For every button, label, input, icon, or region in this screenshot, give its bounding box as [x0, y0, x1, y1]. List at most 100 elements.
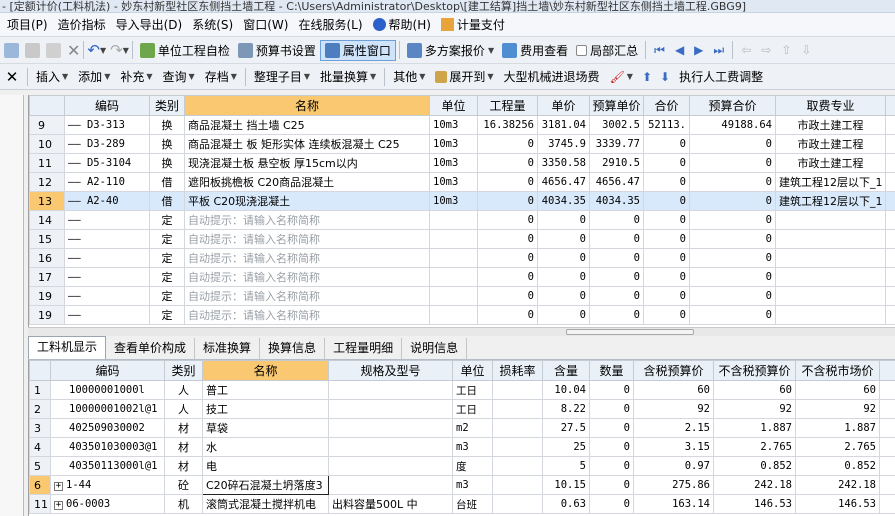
- cell-quantity[interactable]: 0: [589, 456, 634, 476]
- cell-total[interactable]: 0: [643, 248, 690, 268]
- header-major[interactable]: 取费专业: [775, 95, 886, 116]
- cell-code[interactable]: 10000001002l@1: [50, 399, 165, 419]
- cell-market-price[interactable]: 146.53: [795, 494, 880, 514]
- cell-total[interactable]: 0: [643, 191, 690, 211]
- cell-loss-rate[interactable]: [492, 456, 543, 476]
- cell-unit[interactable]: [429, 248, 478, 268]
- header-budget-price[interactable]: 预算单价: [589, 95, 644, 116]
- cell-code[interactable]: +06-0003: [50, 494, 165, 514]
- cell-budget-total[interactable]: 0: [689, 267, 776, 287]
- cell-unit[interactable]: 台班: [452, 494, 493, 514]
- add-button[interactable]: 添加 ▼: [73, 67, 115, 87]
- cell-content[interactable]: 8.22: [542, 399, 590, 419]
- header-spec[interactable]: 规格及型号: [328, 360, 453, 381]
- cell-content[interactable]: 0.63: [542, 494, 590, 514]
- self-check-button[interactable]: 单位工程自检: [136, 40, 234, 61]
- table-row[interactable]: 11 +06-0003 机滚筒式混凝土搅拌机电 出料容量500L 中台班 0.63 0 16…: [29, 494, 895, 514]
- cell-type[interactable]: 换: [149, 153, 185, 173]
- cell-budget-price[interactable]: 0: [589, 229, 644, 249]
- cell-name[interactable]: C20碎石混凝土坍落度3: [202, 475, 329, 495]
- cell-quantity[interactable]: 0: [589, 399, 634, 419]
- arrow-down-icon[interactable]: ⇩: [801, 43, 811, 57]
- cell-total[interactable]: 0: [643, 134, 690, 154]
- cell-code[interactable]: 10000001000l: [50, 380, 165, 400]
- header-quantity[interactable]: 工程量: [477, 95, 538, 116]
- cell-budget-price[interactable]: 4656.47: [589, 172, 644, 192]
- cell-notax-price[interactable]: 1.887: [713, 418, 796, 438]
- header-type[interactable]: 类别: [164, 360, 203, 381]
- header-budget-total[interactable]: 预算合价: [689, 95, 776, 116]
- cell-major[interactable]: 建筑工程12层以下_1: [775, 191, 886, 211]
- table-row[interactable]: 19 —— 定自动提示：请输入名称简称 0 0 0 0 0: [29, 305, 895, 325]
- cell-notax-price[interactable]: 146.53: [713, 494, 796, 514]
- cell-content[interactable]: 10.15: [542, 475, 590, 495]
- prev-icon[interactable]: ◀: [675, 43, 684, 57]
- cell-tax-price[interactable]: 0.97: [633, 456, 714, 476]
- cell-price[interactable]: 0: [537, 229, 590, 249]
- cell-type[interactable]: 换: [149, 134, 185, 154]
- cell-market-price[interactable]: 2.765: [795, 437, 880, 457]
- paste-icon[interactable]: [46, 42, 61, 58]
- cell-code[interactable]: 402509030002: [50, 418, 165, 438]
- cell-notax-price[interactable]: 0.852: [713, 456, 796, 476]
- cell-unit[interactable]: 10m3: [429, 172, 478, 192]
- header-code[interactable]: 编码: [64, 95, 150, 116]
- table-row[interactable]: 16 —— 定自动提示：请输入名称简称 0 0 0 0 0: [29, 248, 895, 268]
- move-up-icon[interactable]: ⬆: [642, 70, 652, 84]
- cell-type[interactable]: 定: [149, 210, 185, 230]
- cell-tax-price[interactable]: 2.15: [633, 418, 714, 438]
- first-icon[interactable]: ⏮: [654, 43, 665, 58]
- cell-price[interactable]: 0: [537, 210, 590, 230]
- cell-price[interactable]: 3181.04: [537, 115, 590, 135]
- cell-code[interactable]: +1-44: [50, 475, 165, 495]
- cell-tax-price[interactable]: 275.86: [633, 475, 714, 495]
- cell-total[interactable]: 0: [643, 210, 690, 230]
- cell-unit[interactable]: 度: [452, 456, 493, 476]
- move-down-icon[interactable]: ⬇: [660, 70, 670, 84]
- cell-quantity[interactable]: 0: [477, 286, 538, 306]
- cell-name[interactable]: 滚筒式混凝土搅拌机电: [202, 494, 329, 514]
- arrow-right-icon[interactable]: ⇨: [761, 43, 771, 57]
- cell-unit[interactable]: [429, 267, 478, 287]
- cell-type[interactable]: 砼: [164, 475, 203, 495]
- menu-help[interactable]: 帮助(H): [368, 14, 436, 36]
- cell-loss-rate[interactable]: [492, 380, 543, 400]
- cell-unit[interactable]: 10m3: [429, 153, 478, 173]
- header-name[interactable]: 名称: [184, 95, 430, 116]
- cell-tax-price[interactable]: 3.15: [633, 437, 714, 457]
- cell-quantity[interactable]: 0: [477, 172, 538, 192]
- cell-quantity[interactable]: 0: [477, 210, 538, 230]
- cell-quantity[interactable]: 0: [477, 267, 538, 287]
- cell-unit[interactable]: [429, 210, 478, 230]
- table-row[interactable]: 19 —— 定自动提示：请输入名称简称 0 0 0 0 0: [29, 286, 895, 306]
- cell-type[interactable]: 材: [164, 418, 203, 438]
- cell-price[interactable]: 0: [537, 248, 590, 268]
- tab-quantity-detail[interactable]: 工程量明细: [325, 338, 403, 359]
- cell-price[interactable]: 3745.9: [537, 134, 590, 154]
- cell-total[interactable]: 0: [643, 286, 690, 306]
- table-row[interactable]: 13 —— A2-40 借平板 C20现浇混凝土 10m3 0 4034.35 4034.3…: [29, 191, 895, 211]
- cell-code[interactable]: 403501030003@1: [50, 437, 165, 457]
- chevron-down-icon[interactable]: ▼: [100, 46, 106, 55]
- header-market-price[interactable]: 不含税市场价: [795, 360, 880, 381]
- menu-import-export[interactable]: 导入导出(D): [111, 14, 188, 36]
- save-button[interactable]: 存档 ▼: [200, 67, 242, 87]
- cell-type[interactable]: 材: [164, 456, 203, 476]
- cell-notax-price[interactable]: 60: [713, 380, 796, 400]
- cell-code[interactable]: ——: [64, 286, 150, 306]
- cell-unit[interactable]: 工日: [452, 380, 493, 400]
- cell-name[interactable]: 电: [202, 456, 329, 476]
- cell-name[interactable]: 自动提示：请输入名称简称: [184, 305, 430, 325]
- menu-project[interactable]: 项目(P): [2, 14, 53, 36]
- cell-type[interactable]: 材: [164, 437, 203, 457]
- cell-quantity[interactable]: 0: [477, 305, 538, 325]
- fill-color-button[interactable]: 🖌 ▼: [605, 67, 638, 87]
- table-row[interactable]: 1 10000001000l 人普工 工日 10.04 0 60 60 60: [29, 380, 895, 400]
- cell-code[interactable]: ——: [64, 248, 150, 268]
- table-row[interactable]: 11 —— D5-3104 换现浇混凝土板 悬空板 厚15cm以内 10m3 0 3350…: [29, 153, 895, 173]
- cell-loss-rate[interactable]: [492, 437, 543, 457]
- cell-market-price[interactable]: 0.852: [795, 456, 880, 476]
- cell-name[interactable]: 现浇混凝土板 悬空板 厚15cm以内: [184, 153, 430, 173]
- cell-budget-total[interactable]: 49188.64: [689, 115, 776, 135]
- cell-budget-price[interactable]: 3339.77: [589, 134, 644, 154]
